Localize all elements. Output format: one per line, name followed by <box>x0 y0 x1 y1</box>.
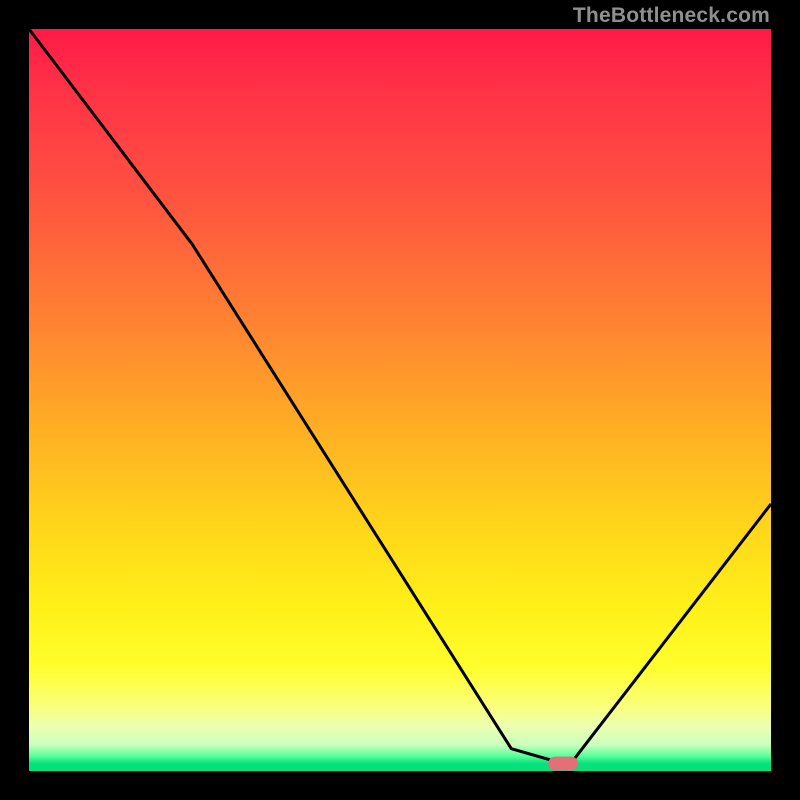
watermark-text: TheBottleneck.com <box>573 4 770 28</box>
chart-frame: TheBottleneck.com <box>0 0 800 800</box>
plot-area <box>29 29 771 771</box>
curve-svg <box>29 29 771 771</box>
bottleneck-curve <box>29 29 771 764</box>
optimum-marker <box>548 757 578 771</box>
